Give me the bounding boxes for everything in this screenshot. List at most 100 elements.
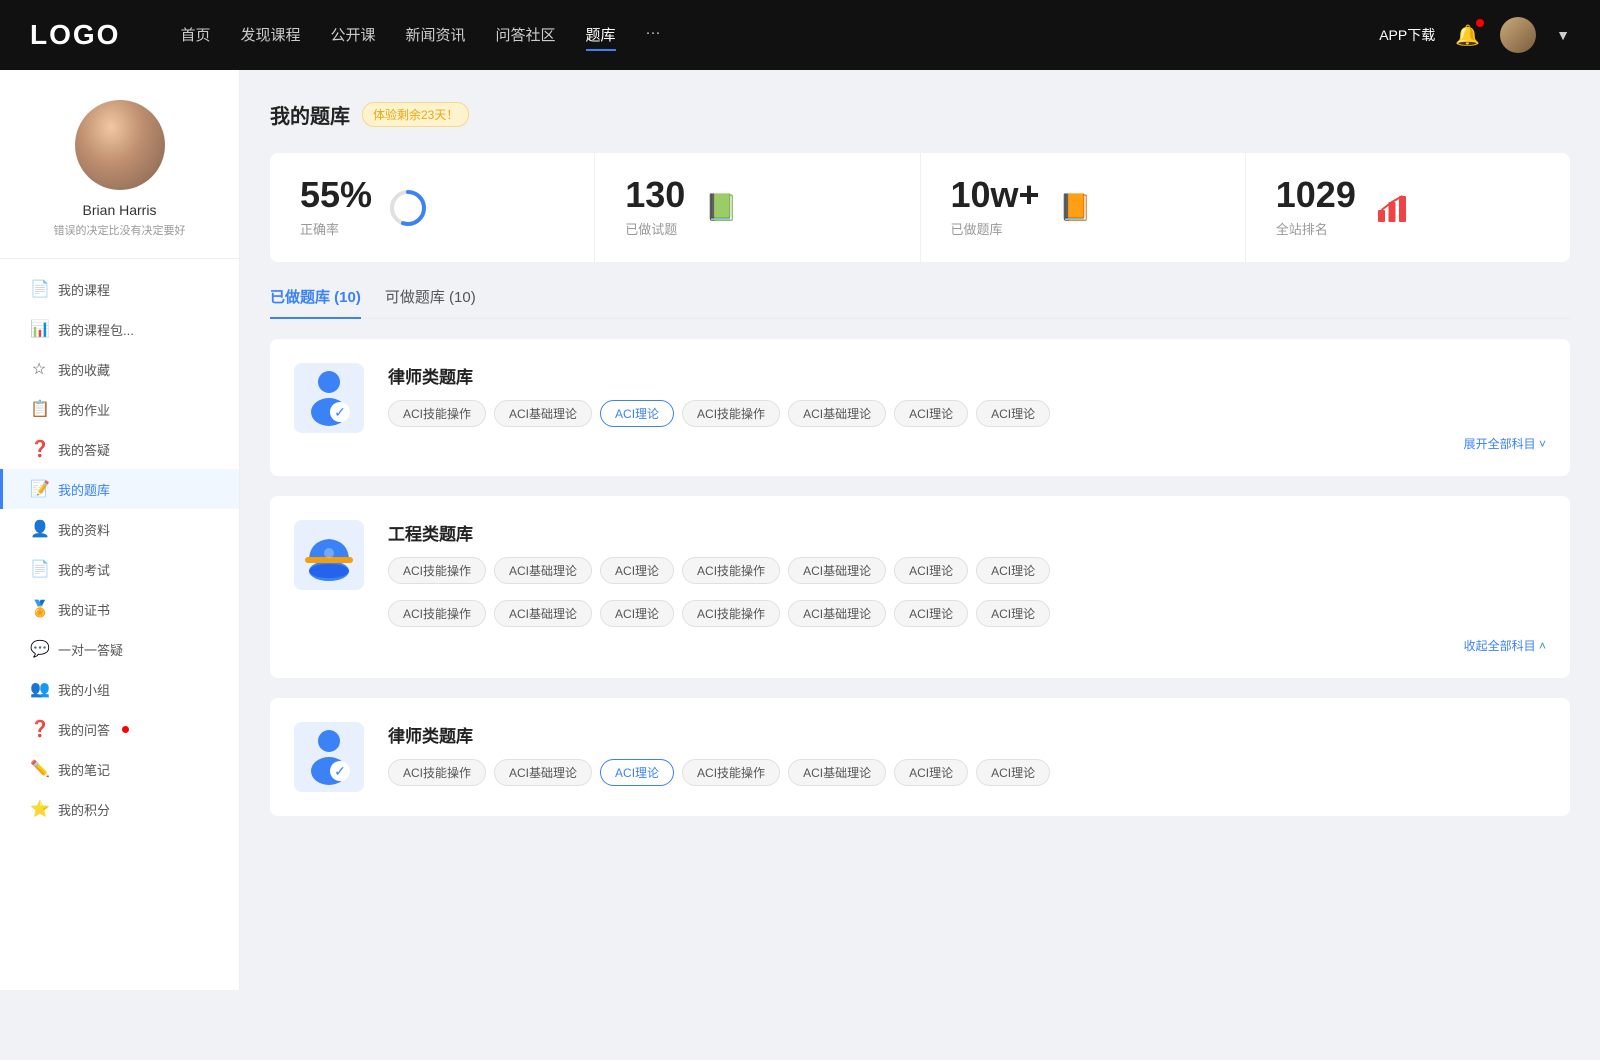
tag-1[interactable]: ACI基础理论 bbox=[494, 400, 592, 427]
tag-6[interactable]: ACI理论 bbox=[976, 400, 1050, 427]
tag-9[interactable]: ACI理论 bbox=[600, 600, 674, 627]
tag-13[interactable]: ACI理论 bbox=[976, 600, 1050, 627]
nav-link-发现课程[interactable]: 发现课程 bbox=[240, 20, 300, 51]
tabs-row: 已做题库 (10) 可做题库 (10) bbox=[270, 286, 1570, 319]
menu-label: 我的问答 bbox=[58, 720, 110, 739]
sidebar-item-我的问答[interactable]: ❓ 我的问答 bbox=[0, 709, 239, 749]
stat-item-正确率: 55%正确率 bbox=[270, 153, 595, 262]
tag-2[interactable]: ACI理论 bbox=[600, 557, 674, 584]
menu-icon: 📄 bbox=[30, 559, 48, 579]
stat-item-全站排名: 1029全站排名 bbox=[1246, 153, 1570, 262]
stat-icon-green_book: 📗 bbox=[701, 188, 741, 228]
sidebar-item-我的课程包...[interactable]: 📊我的课程包... bbox=[0, 309, 239, 349]
menu-label: 一对一答疑 bbox=[58, 640, 123, 659]
tag-3[interactable]: ACI技能操作 bbox=[682, 759, 780, 786]
user-dropdown-arrow[interactable]: ▼ bbox=[1556, 27, 1570, 43]
menu-icon: ✏️ bbox=[30, 759, 48, 779]
tag-4[interactable]: ACI基础理论 bbox=[788, 557, 886, 584]
sidebar-item-我的答疑[interactable]: ❓ 我的答疑 bbox=[0, 429, 239, 469]
tag-6[interactable]: ACI理论 bbox=[976, 557, 1050, 584]
nav-link-···[interactable]: ··· bbox=[646, 20, 661, 51]
tag-5[interactable]: ACI理论 bbox=[894, 759, 968, 786]
nav-link-公开课[interactable]: 公开课 bbox=[330, 20, 375, 51]
collapse-link[interactable]: 收起全部科目 ˄ bbox=[388, 637, 1546, 654]
stats-row: 55%正确率130已做试题📗10w+已做题库📙1029全站排名 bbox=[270, 153, 1570, 262]
tag-1[interactable]: ACI基础理论 bbox=[494, 557, 592, 584]
tag-5[interactable]: ACI理论 bbox=[894, 557, 968, 584]
nav-links: 首页发现课程公开课新闻资讯问答社区题库 ··· bbox=[180, 20, 1379, 51]
sidebar-item-我的题库[interactable]: 📝我的题库 bbox=[0, 469, 239, 509]
tag-8[interactable]: ACI基础理论 bbox=[494, 600, 592, 627]
sidebar-item-一对一答疑[interactable]: 💬 一对一答疑 bbox=[0, 629, 239, 669]
tag-0[interactable]: ACI技能操作 bbox=[388, 759, 486, 786]
hardhat-icon bbox=[302, 525, 357, 585]
bank-icon-person: ✓ bbox=[294, 722, 364, 792]
nav-link-首页[interactable]: 首页 bbox=[180, 20, 210, 51]
stat-icon-red_chart bbox=[1372, 188, 1412, 228]
sidebar-item-我的资料[interactable]: 👤我的资料 bbox=[0, 509, 239, 549]
tag-11[interactable]: ACI基础理论 bbox=[788, 600, 886, 627]
stat-number: 55% bbox=[300, 177, 372, 213]
menu-label: 我的答疑 bbox=[58, 440, 110, 459]
stat-label: 已做试题 bbox=[625, 219, 685, 238]
menu-label: 我的作业 bbox=[58, 400, 110, 419]
bank-tags-row: ACI技能操作 ACI基础理论 ACI理论 ACI技能操作 ACI基础理论 ACI理论 AC… bbox=[388, 557, 1546, 627]
red-chart-icon bbox=[1374, 190, 1410, 226]
menu-label: 我的收藏 bbox=[58, 360, 110, 379]
sidebar-item-我的证书[interactable]: 🏅我的证书 bbox=[0, 589, 239, 629]
person-icon: ✓ bbox=[304, 368, 354, 428]
sidebar-profile: Brian Harris 错误的决定比没有决定要好 bbox=[0, 100, 239, 259]
sidebar-item-我的小组[interactable]: 👥我的小组 bbox=[0, 669, 239, 709]
app-download-button[interactable]: APP下载 bbox=[1379, 25, 1435, 45]
sidebar-item-我的作业[interactable]: 📋我的作业 bbox=[0, 389, 239, 429]
tag-4[interactable]: ACI基础理论 bbox=[788, 759, 886, 786]
menu-icon: ❓ bbox=[30, 719, 48, 739]
sidebar-item-我的积分[interactable]: ⭐我的积分 bbox=[0, 789, 239, 829]
tag-12[interactable]: ACI理论 bbox=[894, 600, 968, 627]
tab-已做题库 (10)[interactable]: 已做题库 (10) bbox=[270, 286, 361, 317]
menu-label: 我的考试 bbox=[58, 560, 110, 579]
tag-3[interactable]: ACI技能操作 bbox=[682, 557, 780, 584]
tag-1[interactable]: ACI基础理论 bbox=[494, 759, 592, 786]
menu-label: 我的课程 bbox=[58, 280, 110, 299]
menu-label: 我的课程包... bbox=[58, 320, 134, 339]
bank-title: 工程类题库 bbox=[388, 520, 1546, 545]
nav-link-新闻资讯[interactable]: 新闻资讯 bbox=[406, 20, 466, 51]
menu-icon: 💬 bbox=[30, 639, 48, 659]
nav-link-题库[interactable]: 题库 bbox=[586, 20, 616, 51]
bank-card-1: 工程类题库ACI技能操作ACI基础理论ACI理论ACI技能操作ACI基础理论AC… bbox=[270, 496, 1570, 678]
tag-5[interactable]: ACI理论 bbox=[894, 400, 968, 427]
tag-0[interactable]: ACI技能操作 bbox=[388, 557, 486, 584]
menu-label: 我的证书 bbox=[58, 600, 110, 619]
bank-title: 律师类题库 bbox=[388, 722, 1546, 747]
nav-link-问答社区[interactable]: 问答社区 bbox=[496, 20, 556, 51]
tag-7[interactable]: ACI技能操作 bbox=[388, 600, 486, 627]
svg-text:✓: ✓ bbox=[334, 763, 346, 779]
sidebar-avatar-image bbox=[75, 100, 165, 190]
stat-item-已做题库: 10w+已做题库📙 bbox=[921, 153, 1246, 262]
tag-3[interactable]: ACI技能操作 bbox=[682, 400, 780, 427]
tag-4[interactable]: ACI基础理论 bbox=[788, 400, 886, 427]
tag-10[interactable]: ACI技能操作 bbox=[682, 600, 780, 627]
sidebar-item-我的笔记[interactable]: ✏️我的笔记 bbox=[0, 749, 239, 789]
sidebar-motto: 错误的决定比没有决定要好 bbox=[54, 222, 186, 238]
notification-bell[interactable]: 🔔 bbox=[1455, 23, 1480, 48]
navbar: LOGO 首页发现课程公开课新闻资讯问答社区题库 ··· APP下载 🔔 ▼ bbox=[0, 0, 1600, 70]
tag-2[interactable]: ACI理论 bbox=[600, 400, 674, 427]
nav-logo[interactable]: LOGO bbox=[30, 19, 120, 51]
menu-icon: ❓ bbox=[30, 439, 48, 459]
tab-可做题库 (10)[interactable]: 可做题库 (10) bbox=[385, 286, 476, 317]
avatar-image bbox=[1500, 17, 1536, 53]
tag-2[interactable]: ACI理论 bbox=[600, 759, 674, 786]
menu-icon: 📄 bbox=[30, 279, 48, 299]
sidebar-item-我的考试[interactable]: 📄 我的考试 bbox=[0, 549, 239, 589]
tag-0[interactable]: ACI技能操作 bbox=[388, 400, 486, 427]
sidebar-item-我的课程[interactable]: 📄 我的课程 bbox=[0, 269, 239, 309]
user-avatar[interactable] bbox=[1500, 17, 1536, 53]
menu-label: 我的题库 bbox=[58, 480, 110, 499]
tag-6[interactable]: ACI理论 bbox=[976, 759, 1050, 786]
expand-link[interactable]: 展开全部科目 ˅ bbox=[388, 435, 1546, 452]
sidebar-menu: 📄我的课程📊我的课程包...☆我的收藏📋我的作业❓我的答疑📝我的题库👤我的资料📄… bbox=[0, 269, 239, 829]
sidebar-item-我的收藏[interactable]: ☆我的收藏 bbox=[0, 349, 239, 389]
svg-text:✓: ✓ bbox=[334, 404, 346, 420]
